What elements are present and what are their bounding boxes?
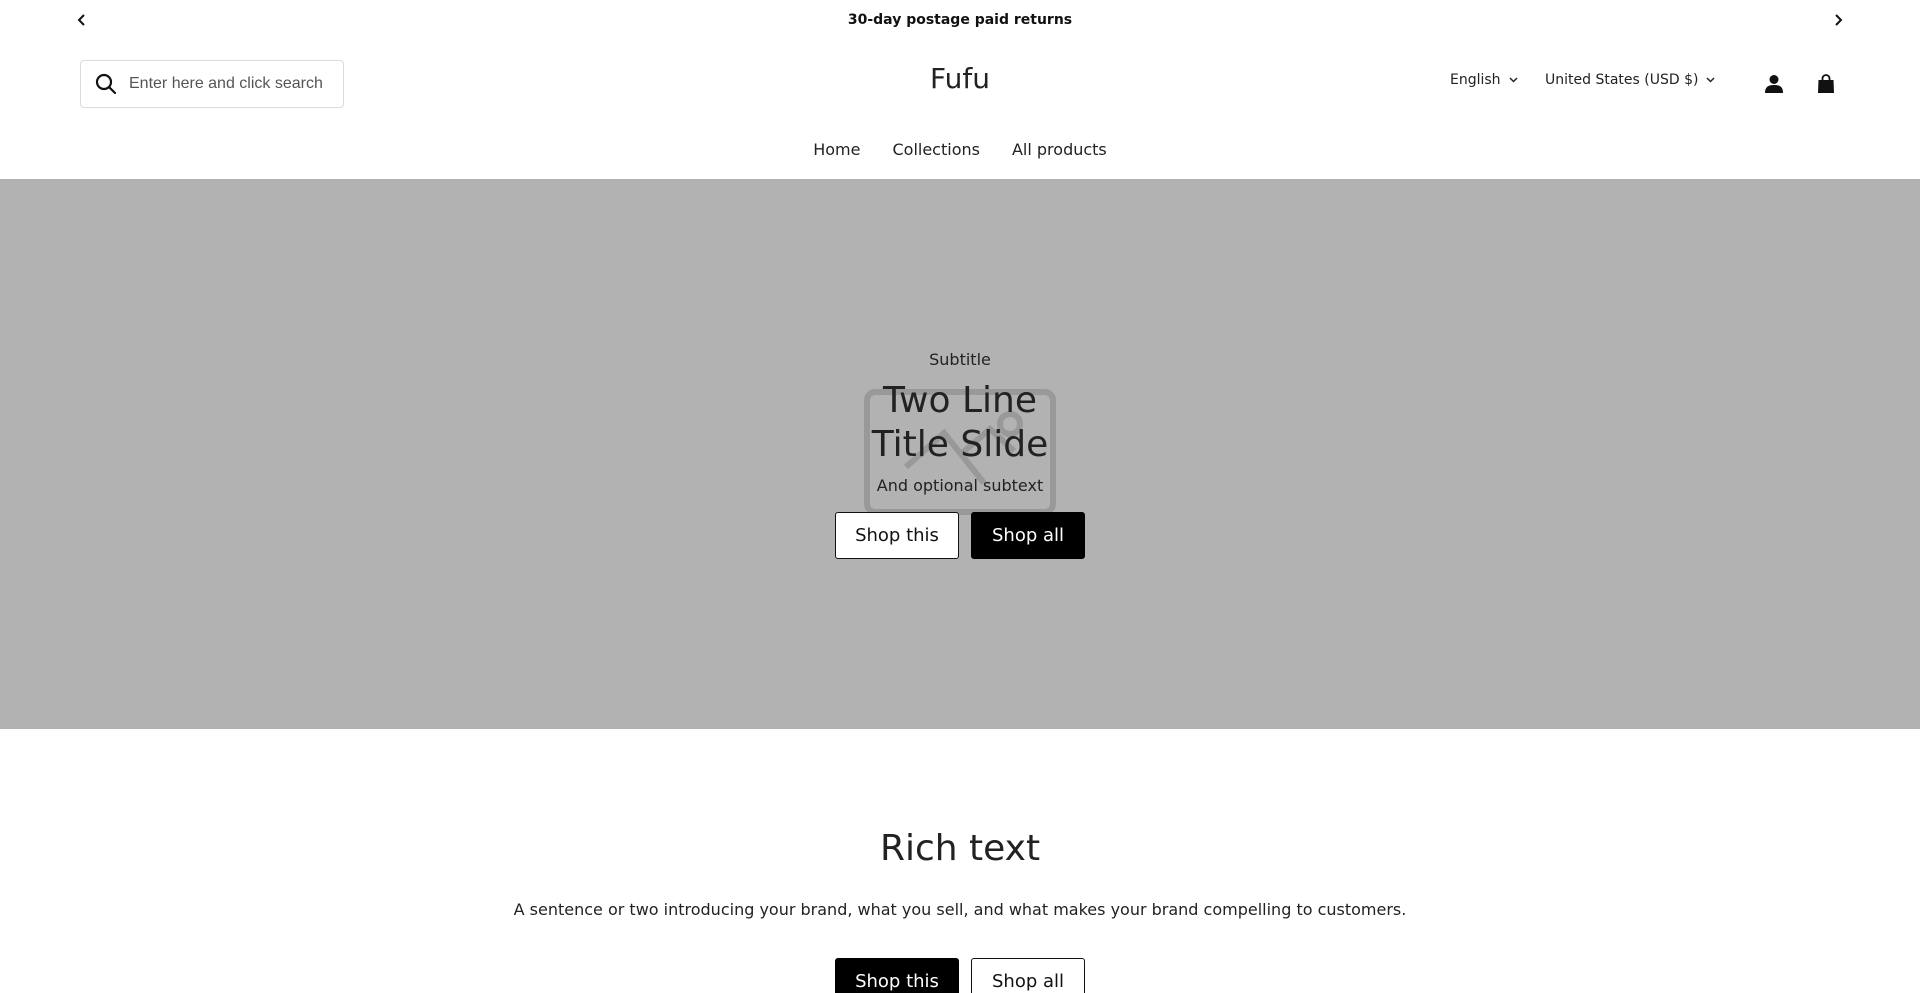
cart-button[interactable] xyxy=(1814,72,1838,96)
nav-item-all-products[interactable]: All products xyxy=(1012,140,1107,159)
search-box[interactable] xyxy=(80,60,344,108)
search-input[interactable] xyxy=(129,75,329,93)
announcement-prev-button[interactable] xyxy=(70,8,94,32)
hero-title-line-2: Title Slide xyxy=(871,424,1049,465)
chevron-left-icon xyxy=(77,14,85,26)
currency-selector[interactable]: United States (USD $) xyxy=(1545,72,1715,88)
currency-label: United States (USD $) xyxy=(1545,72,1699,88)
hero-shop-this-button[interactable]: Shop this xyxy=(835,512,959,559)
rich-text-description: A sentence or two introducing your brand… xyxy=(513,900,1407,919)
chevron-right-icon xyxy=(1835,14,1843,26)
store-logo-text[interactable]: Fufu xyxy=(930,62,990,95)
rich-shop-all-button[interactable]: Shop all xyxy=(971,958,1085,993)
shopping-bag-icon xyxy=(1818,74,1834,93)
announcement-text: 30-day postage paid returns xyxy=(847,12,1073,28)
announcement-bar: 30-day postage paid returns xyxy=(0,0,1920,40)
hero-subtext: And optional subtext xyxy=(876,476,1044,495)
user-icon xyxy=(1765,75,1783,93)
language-label: English xyxy=(1450,72,1501,88)
hero-title-line-1: Two Line xyxy=(883,380,1037,421)
rich-shop-this-button[interactable]: Shop this xyxy=(835,958,959,993)
nav-item-collections[interactable]: Collections xyxy=(892,140,979,159)
search-icon xyxy=(95,73,117,95)
nav-item-home[interactable]: Home xyxy=(813,140,860,159)
hero-subtitle: Subtitle xyxy=(929,350,991,369)
chevron-down-icon xyxy=(1706,77,1715,83)
chevron-down-icon xyxy=(1509,77,1518,83)
language-selector[interactable]: English xyxy=(1450,72,1518,88)
account-button[interactable] xyxy=(1762,72,1786,96)
main-navigation: Home Collections All products xyxy=(0,140,1920,159)
rich-text-title: Rich text xyxy=(879,828,1041,869)
hero-shop-all-button[interactable]: Shop all xyxy=(971,512,1085,559)
announcement-next-button[interactable] xyxy=(1826,8,1850,32)
hero-content: Subtitle Two Line Title Slide And option… xyxy=(0,179,1920,729)
hero-title: Two Line Title Slide xyxy=(0,379,1920,467)
